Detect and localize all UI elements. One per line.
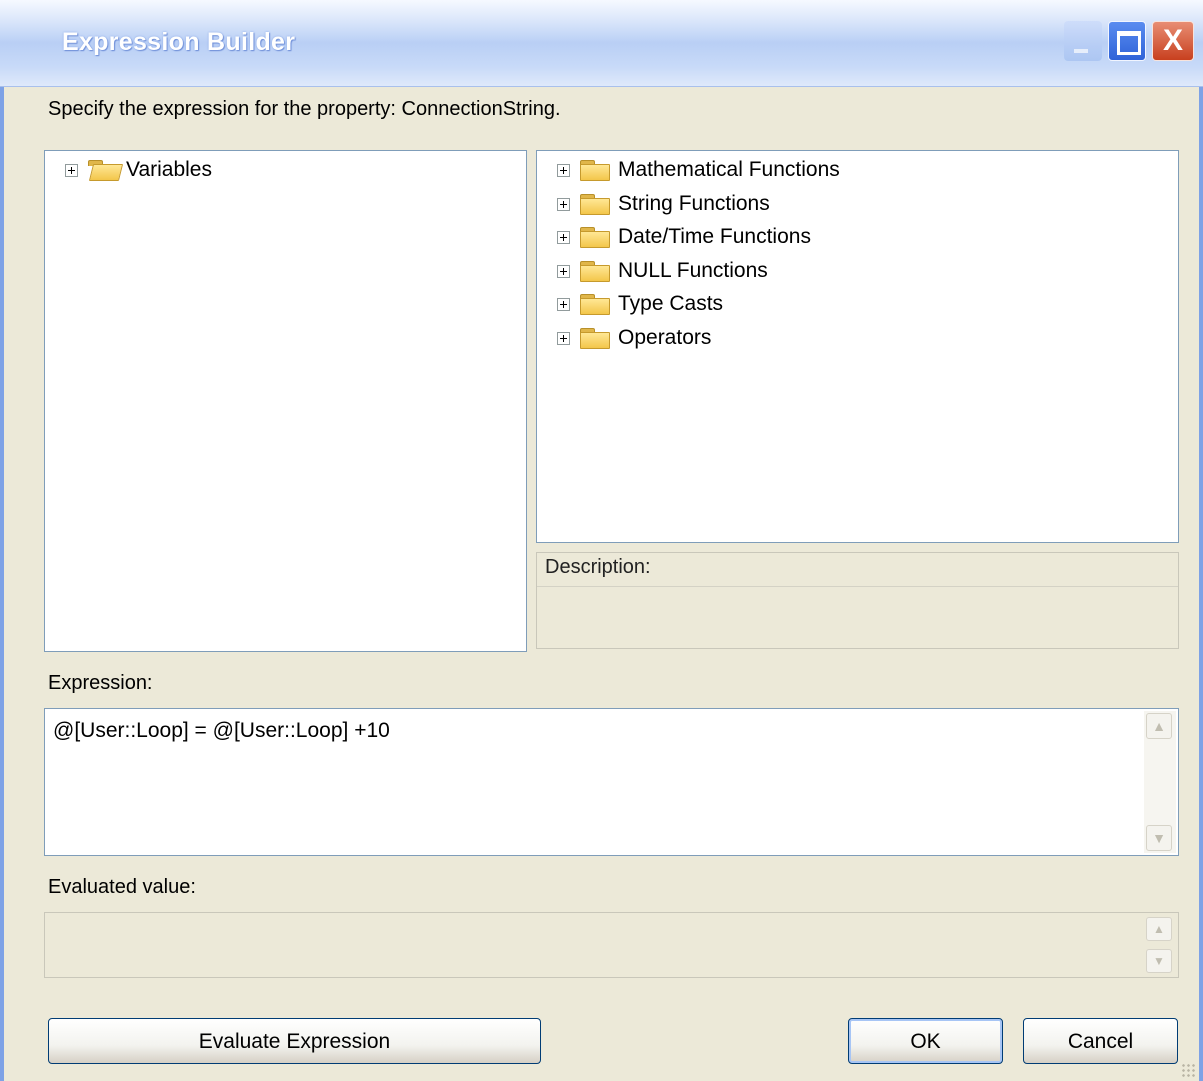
cancel-button[interactable]: Cancel (1023, 1018, 1178, 1064)
folder-icon (580, 294, 610, 315)
close-button[interactable]: X (1152, 21, 1194, 61)
scroll-down-icon[interactable]: ▼ (1146, 825, 1172, 851)
ok-button[interactable]: OK (848, 1018, 1003, 1064)
tree-item-label: Variables (126, 158, 212, 181)
tree-item-label: Date/Time Functions (618, 225, 811, 248)
scroll-down-icon[interactable]: ▼ (1146, 949, 1172, 973)
folder-icon (580, 194, 610, 215)
evaluate-expression-button[interactable]: Evaluate Expression (48, 1018, 541, 1064)
window-title: Expression Builder (62, 28, 296, 56)
expand-plus-icon[interactable] (557, 230, 570, 244)
tree-item-mathematical-functions[interactable]: Mathematical Functions (557, 155, 840, 185)
minimize-button[interactable] (1064, 21, 1102, 61)
description-divider (537, 586, 1178, 587)
tree-item-label: Operators (618, 326, 712, 349)
folder-icon (580, 160, 610, 181)
tree-item-date-time-functions[interactable]: Date/Time Functions (557, 222, 811, 252)
evaluated-scrollbar[interactable]: ▲ ▼ (1144, 915, 1176, 975)
scroll-up-icon[interactable]: ▲ (1146, 713, 1172, 739)
evaluated-value-label: Evaluated value: (48, 876, 196, 898)
maximize-button[interactable] (1108, 21, 1146, 61)
expression-builder-dialog: Expression Builder X Specify the express… (0, 0, 1203, 1081)
variables-tree[interactable]: Variables (44, 150, 527, 652)
expand-plus-icon[interactable] (557, 163, 570, 177)
expand-plus-icon[interactable] (557, 297, 570, 311)
property-prompt: Specify the expression for the property:… (48, 98, 561, 120)
expand-plus-icon[interactable] (65, 163, 78, 177)
expression-text[interactable]: @[User::Loop] = @[User::Loop] +10 (53, 719, 390, 743)
scroll-up-icon[interactable]: ▲ (1146, 917, 1172, 941)
expand-plus-icon[interactable] (557, 197, 570, 211)
title-bar[interactable]: Expression Builder X (0, 0, 1203, 87)
tree-item-type-casts[interactable]: Type Casts (557, 289, 723, 319)
folder-open-icon (88, 160, 118, 180)
expand-plus-icon[interactable] (557, 331, 570, 345)
tree-item-operators[interactable]: Operators (557, 323, 711, 353)
tree-item-null-functions[interactable]: NULL Functions (557, 256, 768, 286)
close-icon: X (1162, 24, 1183, 57)
expand-plus-icon[interactable] (557, 264, 570, 278)
functions-tree[interactable]: Mathematical Functions String Functions … (536, 150, 1179, 543)
expression-scrollbar[interactable]: ▲ ▼ (1144, 711, 1176, 853)
evaluated-value-field: ▲ ▼ (44, 912, 1179, 978)
folder-icon (580, 227, 610, 248)
expression-input[interactable]: @[User::Loop] = @[User::Loop] +10 ▲ ▼ (44, 708, 1179, 856)
tree-item-string-functions[interactable]: String Functions (557, 189, 770, 219)
expression-label: Expression: (48, 672, 153, 694)
description-panel: Description: (536, 552, 1179, 649)
folder-icon (580, 328, 610, 349)
tree-item-variables[interactable]: Variables (65, 155, 212, 185)
tree-item-label: String Functions (618, 192, 770, 215)
tree-item-label: Type Casts (618, 292, 724, 315)
resize-grip-icon[interactable] (1181, 1063, 1195, 1077)
tree-item-label: NULL Functions (618, 259, 768, 282)
tree-item-label: Mathematical Functions (618, 158, 840, 181)
description-label: Description: (545, 556, 651, 578)
folder-icon (580, 261, 610, 282)
